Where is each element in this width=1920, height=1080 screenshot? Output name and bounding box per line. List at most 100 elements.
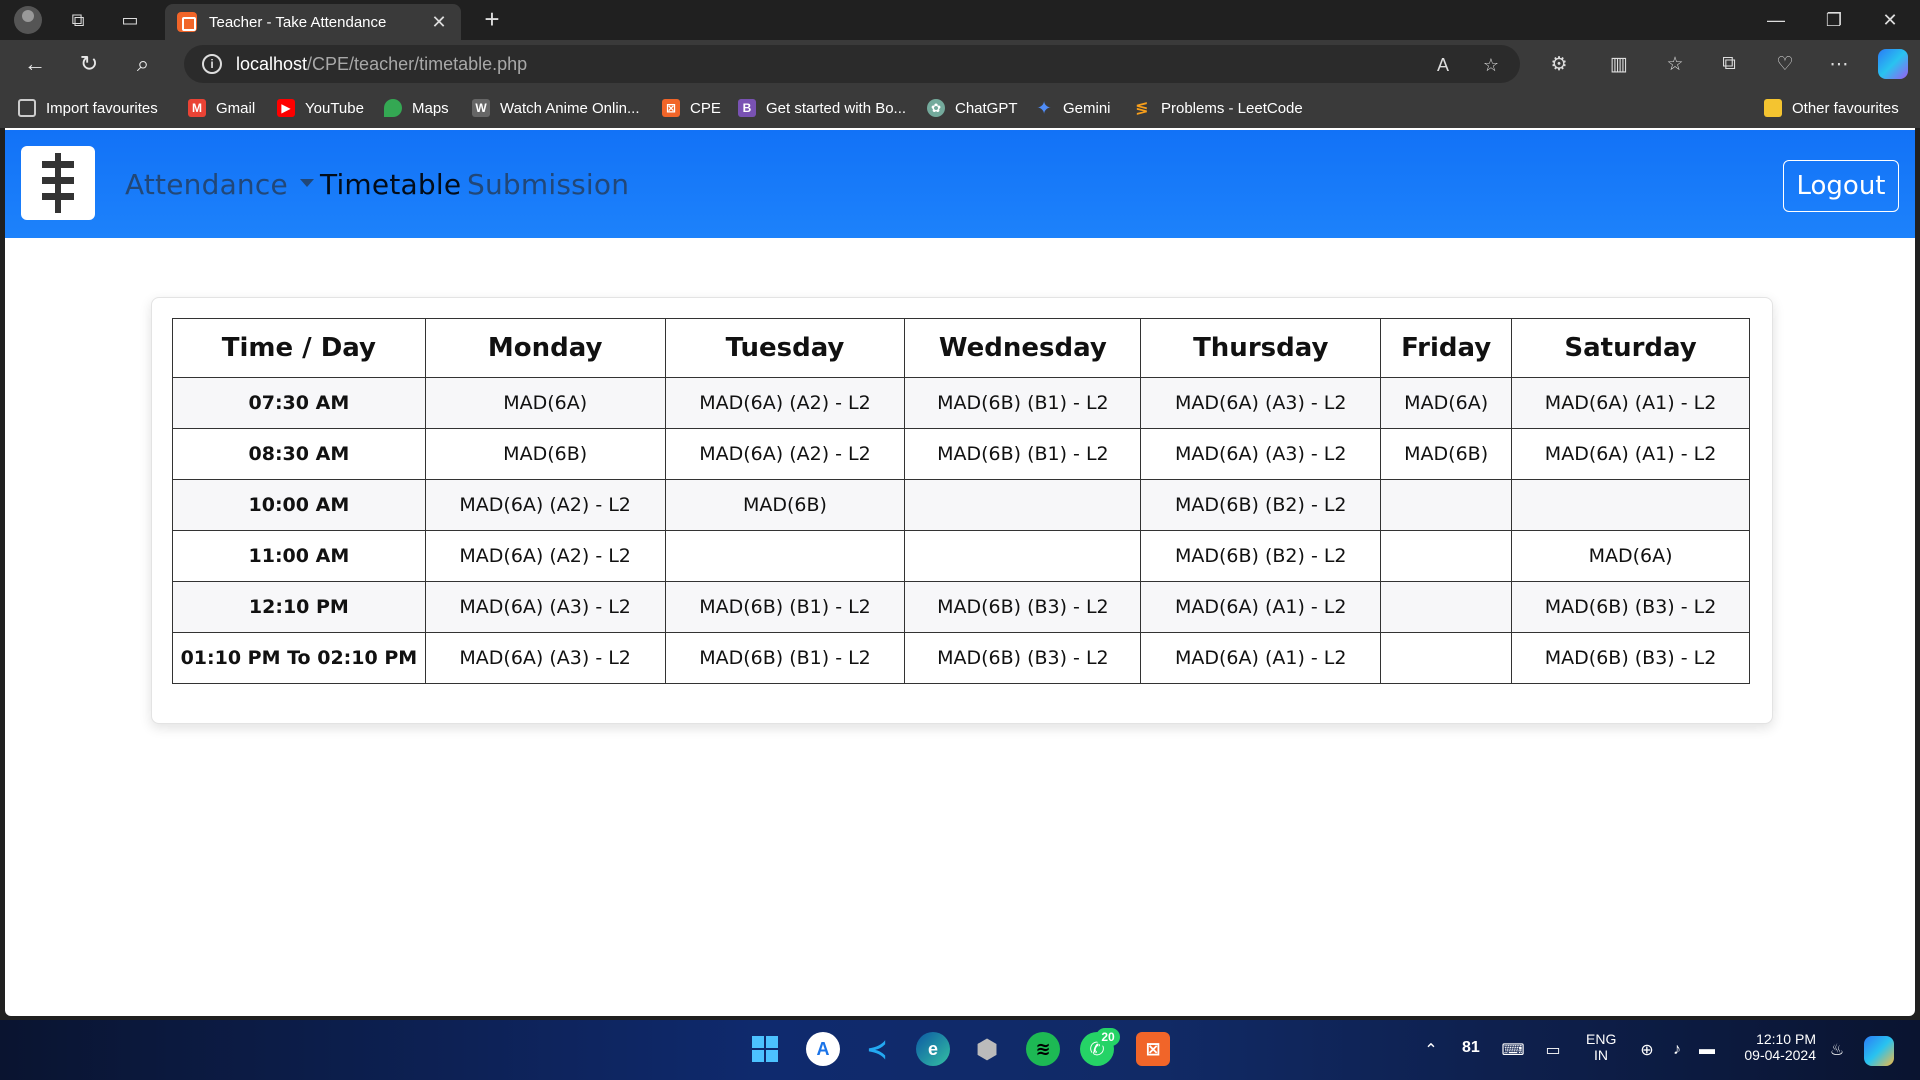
lecture-cell: MAD(6A)	[1511, 530, 1750, 582]
lecture-cell: MAD(6A) (A1) - L2	[1511, 428, 1750, 480]
fav-watch-anime[interactable]: W Watch Anime Onlin...	[472, 96, 640, 120]
battery-icon[interactable]: ▬	[1696, 1040, 1718, 1060]
nav-submission[interactable]: Submission	[467, 168, 629, 201]
lecture-cell: MAD(6A) (A1) - L2	[1140, 581, 1382, 633]
xampp-icon[interactable]: ⊠	[1136, 1032, 1170, 1066]
nav-timetable[interactable]: Timetable	[320, 168, 461, 201]
favourite-star-icon[interactable]: ☆	[1478, 53, 1504, 77]
minimize-icon[interactable]: —	[1748, 0, 1804, 40]
lecture-cell	[1380, 479, 1513, 531]
collections-icon[interactable]: ⧉	[1714, 50, 1744, 78]
logo-emblem-icon	[34, 153, 82, 213]
lecture-cell: MAD(6A) (A2) - L2	[424, 530, 666, 582]
spotify-icon[interactable]: ≋	[1026, 1032, 1060, 1066]
new-tab-icon[interactable]: +	[478, 6, 506, 34]
more-menu-icon[interactable]: ⋯	[1824, 50, 1854, 78]
favourites-list-icon[interactable]: ☆	[1660, 50, 1690, 78]
column-header: Saturday	[1511, 318, 1750, 378]
fav-leetcode[interactable]: ≶ Problems - LeetCode	[1133, 96, 1302, 120]
url-host: localhost	[236, 53, 308, 74]
nav-attendance-dropdown[interactable]: Attendance	[125, 168, 314, 201]
lecture-cell: MAD(6B) (B1) - L2	[904, 428, 1142, 480]
url-bar[interactable]: i localhost/CPE/teacher/timetable.php A …	[184, 45, 1520, 83]
table-header-row: Time / Day Monday Tuesday Wednesday Thur…	[172, 318, 1750, 378]
site-info-icon[interactable]: i	[202, 54, 222, 74]
lecture-cell: MAD(6B) (B1) - L2	[664, 632, 906, 684]
fav-maps[interactable]: Maps	[384, 96, 449, 120]
active-tab[interactable]: Teacher - Take Attendance ✕	[165, 4, 461, 40]
bootstrap-icon: B	[738, 99, 756, 117]
tab-actions-icon[interactable]: ▭	[116, 6, 144, 34]
read-aloud-icon[interactable]: A	[1430, 53, 1456, 77]
lecture-cell	[904, 479, 1142, 531]
fav-bootstrap[interactable]: B Get started with Bo...	[738, 96, 906, 120]
table-row: 01:10 PM To 02:10 PM MAD(6A) (A3) - L2 M…	[172, 632, 1750, 684]
table-row: 11:00 AM MAD(6A) (A2) - L2 MAD(6B) (B2) …	[172, 530, 1750, 582]
windows-start-icon[interactable]	[748, 1032, 782, 1066]
fav-chatgpt[interactable]: ✿ ChatGPT	[927, 96, 1018, 120]
logout-button[interactable]: Logout	[1783, 160, 1899, 212]
unity-icon[interactable]: ⬢	[970, 1032, 1004, 1066]
copilot-taskbar-icon[interactable]	[1864, 1036, 1894, 1066]
fav-other-favourites[interactable]: Other favourites	[1764, 96, 1899, 120]
folder-icon	[1764, 99, 1782, 117]
table-row: 07:30 AM MAD(6A) MAD(6A) (A2) - L2 MAD(6…	[172, 377, 1750, 429]
copilot-icon[interactable]	[1878, 49, 1908, 79]
workspaces-icon[interactable]: ⧉	[64, 6, 92, 34]
vscode-icon[interactable]: ≺	[860, 1032, 894, 1066]
search-icon[interactable]: ⌕	[128, 50, 158, 78]
volume-icon[interactable]: ♪	[1666, 1040, 1688, 1060]
lecture-cell: MAD(6A) (A3) - L2	[1140, 377, 1382, 429]
close-tab-icon[interactable]: ✕	[429, 12, 449, 33]
college-logo[interactable]	[21, 146, 95, 220]
restore-icon[interactable]: ❐	[1806, 0, 1862, 40]
column-header: Monday	[424, 318, 666, 378]
time-cell: 11:00 AM	[172, 530, 426, 582]
lecture-cell: MAD(6B)	[1380, 428, 1513, 480]
clock[interactable]: 12:10 PM 09-04-2024	[1736, 1031, 1816, 1063]
back-arrow-icon[interactable]: ←	[20, 50, 50, 78]
maps-icon	[384, 99, 402, 117]
xampp-icon	[177, 12, 197, 32]
lecture-cell: MAD(6A) (A2) - L2	[664, 428, 906, 480]
table-row: 12:10 PM MAD(6A) (A3) - L2 MAD(6B) (B1) …	[172, 581, 1750, 633]
lecture-cell: MAD(6B) (B3) - L2	[1511, 581, 1750, 633]
lecture-cell: MAD(6A) (A1) - L2	[1140, 632, 1382, 684]
lecture-cell: MAD(6B)	[424, 428, 666, 480]
lecture-cell: MAD(6A)	[424, 377, 666, 429]
browser-essentials-icon[interactable]: ♡	[1770, 50, 1800, 78]
display-icon[interactable]: ▭	[1542, 1040, 1564, 1060]
lecture-cell	[664, 530, 906, 582]
show-hidden-icons-chevron-icon[interactable]: ⌃	[1420, 1040, 1442, 1060]
fav-import-favourites[interactable]: Import favourites	[18, 96, 158, 120]
close-window-icon[interactable]: ✕	[1862, 0, 1918, 40]
fav-gemini[interactable]: ✦ Gemini	[1035, 96, 1110, 120]
chatgpt-icon: ✿	[927, 99, 945, 117]
fav-youtube[interactable]: ▶ YouTube	[277, 96, 364, 120]
keyboard-icon[interactable]: ⌨	[1501, 1040, 1524, 1060]
split-screen-icon[interactable]: ▥	[1604, 50, 1634, 78]
table-row: 08:30 AM MAD(6B) MAD(6A) (A2) - L2 MAD(6…	[172, 428, 1750, 480]
gemini-icon: ✦	[1036, 97, 1052, 118]
notifications-bell-icon[interactable]: ♨	[1826, 1040, 1848, 1060]
language-code: ENG	[1586, 1031, 1617, 1047]
lecture-cell: MAD(6A)	[1380, 377, 1513, 429]
youtube-icon: ▶	[277, 99, 295, 117]
language-indicator[interactable]: ENG IN	[1586, 1031, 1616, 1063]
lecture-cell: MAD(6A) (A1) - L2	[1511, 377, 1750, 429]
lecture-cell: MAD(6B) (B3) - L2	[1511, 632, 1750, 684]
lecture-cell: MAD(6B) (B3) - L2	[904, 581, 1142, 633]
network-globe-icon[interactable]: ⊕	[1636, 1040, 1658, 1060]
lecture-cell: MAD(6B) (B2) - L2	[1140, 479, 1382, 531]
extensions-icon[interactable]: ⚙	[1544, 50, 1574, 78]
fav-gmail[interactable]: M Gmail	[188, 96, 255, 120]
refresh-icon[interactable]: ↻	[74, 50, 104, 78]
app-store-icon[interactable]: A	[806, 1032, 840, 1066]
anime-site-icon: W	[472, 99, 490, 117]
edge-icon[interactable]: e	[916, 1032, 950, 1066]
fav-cpe[interactable]: ⊠ CPE	[662, 96, 721, 120]
region-code: IN	[1594, 1047, 1608, 1063]
profile-avatar[interactable]	[14, 6, 42, 34]
tab-title: Teacher - Take Attendance	[209, 13, 387, 31]
column-header: Wednesday	[904, 318, 1142, 378]
